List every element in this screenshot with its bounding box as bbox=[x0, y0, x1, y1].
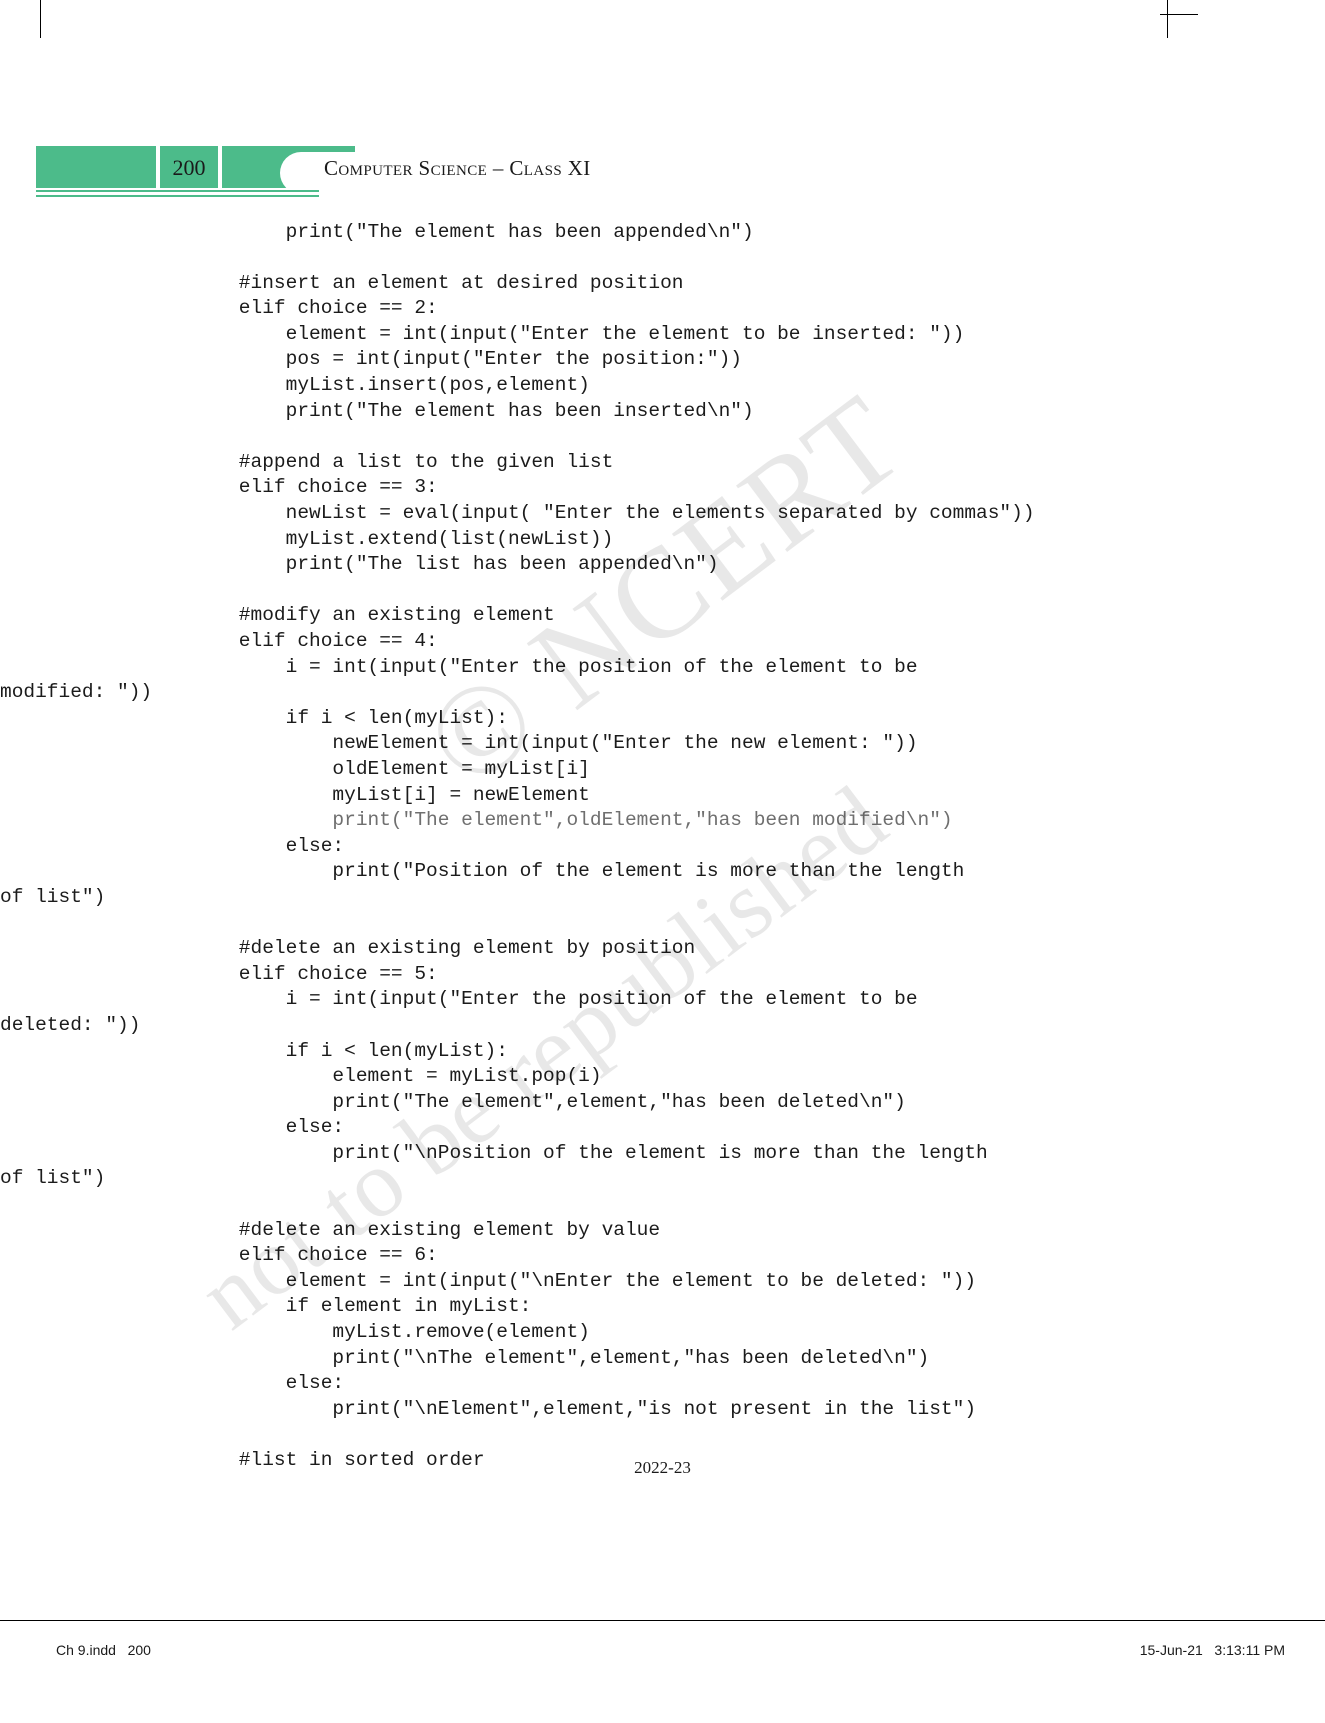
code-line: elif choice == 6: bbox=[192, 1244, 438, 1267]
code-line: print("The list has been appended\n") bbox=[192, 553, 719, 576]
footer-year: 2022-23 bbox=[634, 1458, 691, 1477]
code-line: myList.extend(list(newList)) bbox=[192, 527, 614, 550]
header-rule-2 bbox=[36, 195, 319, 197]
code-line: print("The element has been inserted\n") bbox=[192, 399, 754, 422]
page-title: Computer Science – Class XI bbox=[324, 156, 591, 180]
code-line: #insert an element at desired position bbox=[192, 271, 684, 294]
page-header: 200 Computer Science – Class XI bbox=[36, 146, 1289, 194]
code-line: element = int(input("\nEnter the element… bbox=[192, 1269, 977, 1292]
code-line: #append a list to the given list bbox=[192, 450, 614, 473]
print-file-info: Ch 9.indd 200 bbox=[56, 1642, 151, 1658]
code-line: oldElement = myList[i] bbox=[192, 757, 590, 780]
python-code-block: print("The element has been appended\n")… bbox=[0, 220, 1292, 1474]
code-line: #delete an existing element by position bbox=[192, 937, 696, 960]
code-line: newElement = int(input("Enter the new el… bbox=[192, 732, 918, 755]
code-line: myList.insert(pos,element) bbox=[192, 374, 590, 397]
code-line: of list") bbox=[0, 1167, 106, 1190]
code-line: if i < len(myList): bbox=[192, 706, 508, 729]
code-line: elif choice == 4: bbox=[192, 630, 438, 652]
code-line: print("Position of the element is more t… bbox=[192, 860, 965, 883]
code-line: modified: ")) bbox=[0, 681, 153, 704]
code-line: print("The element",element,"has been de… bbox=[192, 1090, 906, 1113]
code-line: if element in myList: bbox=[192, 1295, 532, 1318]
page-number: 200 bbox=[172, 155, 206, 180]
textbook-page: 200 Computer Science – Class XI print("T… bbox=[0, 0, 1325, 1723]
code-line: #delete an existing element by value bbox=[192, 1218, 661, 1241]
header-green-block-left bbox=[36, 146, 156, 188]
code-line: print("The element",oldElement,"has been… bbox=[192, 809, 953, 832]
code-line: i = int(input("Enter the position of the… bbox=[192, 655, 918, 678]
code-line: else: bbox=[192, 1116, 345, 1139]
header-rule-1 bbox=[36, 190, 319, 192]
code-line: elif choice == 3: bbox=[192, 476, 438, 499]
code-line: if i < len(myList): bbox=[192, 1039, 508, 1062]
print-timestamp: 15-Jun-21 3:13:11 PM bbox=[1139, 1642, 1285, 1658]
crop-mark-right-top bbox=[1160, 14, 1198, 15]
code-line: deleted: ")) bbox=[0, 1013, 141, 1036]
code-line: print("\nElement",element,"is not presen… bbox=[192, 1397, 977, 1420]
print-info-bar bbox=[0, 1621, 1325, 1723]
code-line: print("\nPosition of the element is more… bbox=[192, 1141, 988, 1164]
code-line: newList = eval(input( "Enter the element… bbox=[192, 502, 1035, 525]
code-line: i = int(input("Enter the position of the… bbox=[192, 988, 918, 1011]
code-line: else: bbox=[192, 834, 345, 857]
code-line: elif choice == 5: bbox=[192, 962, 438, 985]
code-line: element = int(input("Enter the element t… bbox=[192, 322, 965, 345]
code-line: of list") bbox=[0, 885, 106, 908]
code-line: element = myList.pop(i) bbox=[192, 1065, 602, 1088]
crop-mark-top-right bbox=[1167, 0, 1168, 38]
code-line: print("The element has been appended\n") bbox=[192, 220, 754, 243]
code-line: elif choice == 2: bbox=[192, 297, 438, 320]
crop-mark-top-left bbox=[40, 0, 41, 38]
code-line: pos = int(input("Enter the position:")) bbox=[192, 348, 742, 371]
code-line: print("\nThe element",element,"has been … bbox=[192, 1346, 930, 1369]
code-line: myList[i] = newElement bbox=[192, 783, 590, 806]
code-line: #modify an existing element bbox=[192, 604, 555, 627]
code-line: myList.remove(element) bbox=[192, 1321, 590, 1344]
code-line: else: bbox=[192, 1372, 345, 1395]
